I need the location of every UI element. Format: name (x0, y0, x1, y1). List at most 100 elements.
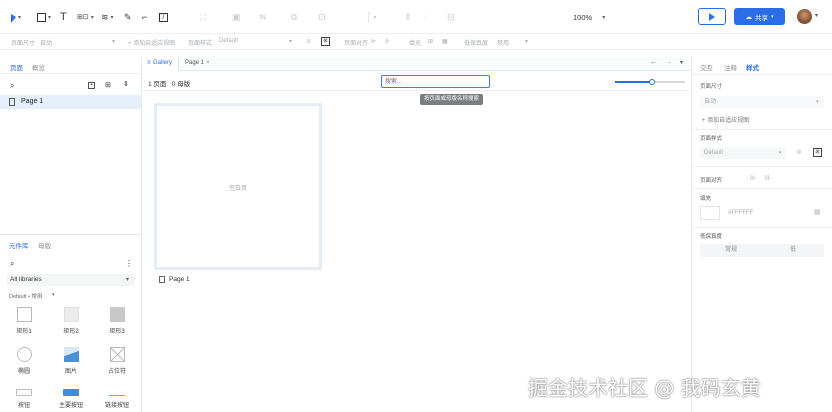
chevron-down-icon[interactable]: ▾ (289, 38, 292, 45)
widget-ellipse[interactable]: 椭圆 (9, 347, 39, 375)
chevron-down-icon[interactable]: ▾ (112, 38, 115, 45)
widget-image[interactable]: 图片 (56, 347, 86, 375)
add-viewport-link[interactable]: + 添加自适应视图 (128, 38, 175, 47)
close-icon[interactable]: × (206, 60, 210, 66)
reset-style-icon[interactable]: ⊠ (813, 148, 822, 157)
page-style-select[interactable]: Default ▾ (700, 147, 786, 159)
align-center-icon[interactable]: ⊪ (765, 174, 771, 182)
add-viewport-link[interactable]: + 添加自适应视图 (702, 115, 749, 124)
widget-label: 矩形1 (16, 329, 32, 335)
chevron-down-icon[interactable]: ▾ (815, 12, 818, 19)
tab-library[interactable]: 元件库 (9, 240, 29, 250)
page-size-value[interactable]: 自动 (40, 38, 52, 47)
page-size-select[interactable]: 自动 ▾ (700, 96, 824, 108)
widget-primary-button[interactable]: 主要按钮 (56, 389, 86, 409)
zoom-select[interactable]: 100% ▾ (573, 10, 605, 24)
arrow-right-icon[interactable]: → (665, 59, 672, 66)
library-select[interactable]: All libraries ▾ (7, 274, 135, 286)
reset-style-icon[interactable]: ⊠ (321, 37, 330, 46)
page-tree-item[interactable]: Page 1 (0, 95, 142, 109)
distribute-horizontal-button[interactable]: ⫴ (406, 10, 410, 24)
manage-styles-icon[interactable]: ⊚ (796, 148, 802, 156)
add-page-icon[interactable]: + (88, 82, 95, 89)
widget-label: 链接按钮 (104, 403, 129, 409)
flip-button[interactable]: ⇋ (259, 10, 267, 24)
tab-pages[interactable]: 页面 (10, 62, 23, 72)
align-button[interactable]: ┆ ▾ (366, 10, 376, 24)
align-left-icon[interactable]: ⊫ (750, 174, 756, 182)
format-painter-tool[interactable]: / (159, 10, 168, 24)
fill-color-swatch[interactable] (700, 206, 720, 220)
hotspot-tool[interactable]: ⊞⊡ ▾ (77, 10, 94, 24)
preview-button[interactable] (698, 8, 726, 25)
fill-color-value[interactable]: #FFFFFF (728, 210, 753, 216)
widget-rectangle-1[interactable]: 矩形1 (9, 307, 39, 335)
layers-tool[interactable]: ≋ ▾ (101, 10, 114, 24)
pen-tool[interactable]: ✎ (124, 10, 132, 24)
document-tabs: ≡ Gallery Page 1 × ← → ▾ (143, 57, 690, 71)
fill-image-icon[interactable]: ▦ (814, 208, 821, 216)
chevron-down-icon: ▾ (90, 14, 94, 21)
ungroup-button[interactable]: ⧉ (291, 10, 297, 24)
widget-button[interactable]: 按钮 (9, 389, 39, 409)
widget-link-button[interactable]: 链接按钮 (102, 389, 132, 409)
thumbnail-caption[interactable]: Page 1 (169, 276, 190, 283)
page-thumbnail[interactable]: 空白页 (154, 103, 322, 270)
fill-color-icon[interactable]: ⊞ (428, 38, 433, 45)
tab-page-1[interactable]: Page 1 × (181, 57, 215, 71)
image-icon (63, 347, 79, 362)
avatar[interactable] (797, 9, 812, 24)
widget-rectangle-3[interactable]: 矩形3 (102, 307, 132, 335)
tab-outline[interactable]: 概览 (32, 62, 45, 72)
tab-gallery[interactable]: ≡ Gallery (143, 57, 179, 71)
page-style-value[interactable]: Default (219, 38, 238, 44)
add-folder-icon[interactable]: ⊞ (105, 81, 111, 89)
text-icon: T (60, 11, 67, 23)
lock-button[interactable]: ⊟ (447, 10, 455, 24)
fill-image-icon[interactable]: ▦ (442, 38, 448, 45)
zoom-slider-handle[interactable] (649, 79, 655, 85)
group-icon: ▣ (232, 11, 241, 22)
tab-interaction[interactable]: 交互 (700, 62, 713, 72)
gallery-search-input[interactable] (381, 75, 490, 88)
crop-button[interactable]: ⛶ (200, 10, 206, 24)
chevron-down-icon[interactable]: ▾ (52, 292, 55, 298)
page-align-title: 页面对齐 (700, 178, 723, 184)
more-options-icon[interactable]: ⋮ (125, 259, 133, 268)
arrow-left-icon[interactable]: ← (650, 59, 657, 66)
fidelity-normal-button[interactable]: 常规 (700, 244, 762, 257)
align-center-icon[interactable]: ⊪ (385, 38, 390, 45)
tab-masters[interactable]: 母版 (38, 240, 51, 250)
lock-icon: ⊟ (447, 11, 455, 22)
chevron-down-icon: ▾ (126, 277, 130, 283)
manage-styles-icon[interactable]: ⊚ (306, 38, 311, 45)
select-tool[interactable]: ▾ (11, 10, 21, 24)
rectangle-icon (37, 12, 46, 22)
widget-rectangle-2[interactable]: 矩形2 (56, 307, 86, 335)
rectangle-tool[interactable]: ▾ (37, 10, 51, 24)
chevron-down-icon[interactable]: ▾ (680, 59, 683, 66)
share-button[interactable]: ☁ 共享 ▾ (734, 8, 785, 25)
tab-notes[interactable]: 注释 (724, 62, 737, 72)
fidelity-low-button[interactable]: 低 (762, 244, 824, 257)
connector-tool[interactable]: ⌐ (142, 10, 147, 24)
pen-icon: ✎ (124, 11, 132, 22)
group-button[interactable]: ▣ (232, 10, 241, 24)
text-tool[interactable]: T (60, 10, 67, 24)
page-item-label: Page 1 (21, 98, 44, 105)
widget-placeholder[interactable]: 占位符 (102, 347, 132, 375)
search-icon[interactable]: ⌕ (10, 259, 14, 269)
tab-style[interactable]: 样式 (746, 62, 759, 72)
merge-button[interactable]: ⊡ (318, 10, 326, 24)
distribute-vertical-button[interactable]: ⫶ (425, 10, 427, 24)
chevron-down-icon[interactable]: ▾ (525, 38, 528, 45)
chevron-down-icon: ▾ (48, 14, 52, 21)
flip-icon: ⇋ (259, 11, 267, 22)
low-fidelity-value[interactable]: 禁用 (497, 38, 509, 47)
main-toolbar: ▾ ▾ T ⊞⊡ ▾ ≋ ▾ ✎ ⌐ / ⛶ ▣ ⇋ ⧉ ⊡ ┆ ▾ ⫴ ⫶ ⊟ 10… (0, 0, 832, 34)
search-icon[interactable]: ⌕ (10, 81, 14, 91)
align-left-icon[interactable]: ⊫ (371, 38, 376, 45)
zoom-slider[interactable] (615, 79, 685, 85)
sort-icon[interactable]: ⇕ (123, 80, 129, 88)
library-group-label[interactable]: Default • 常用 (9, 292, 42, 300)
